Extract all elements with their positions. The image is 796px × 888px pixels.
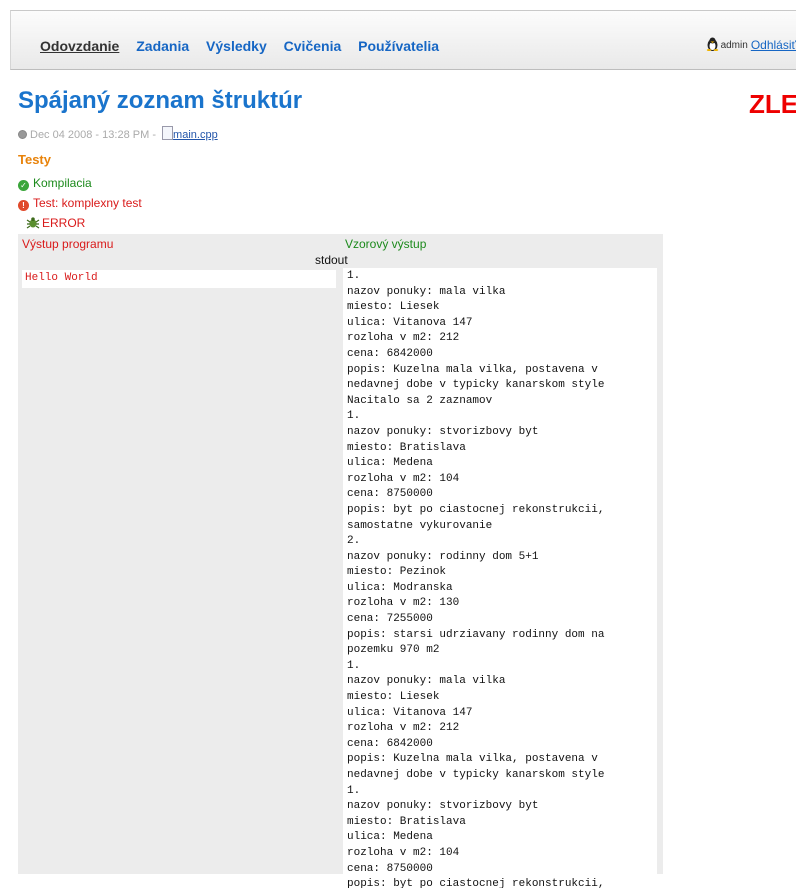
main-nav: Odovzdanie Zadania Výsledky Cvičenia Pou… (40, 38, 452, 54)
submission-date: Dec 04 2008 - 13:28 PM (30, 129, 150, 141)
test-compilation: ✓ Kompilacia (18, 176, 92, 191)
nav-item-cvicenia[interactable]: Cvičenia (284, 38, 342, 54)
program-output-text: Hello World (25, 272, 98, 284)
expected-output-line: 1. (347, 659, 361, 672)
stream-label: stdout (315, 253, 348, 267)
tux-icon (706, 37, 718, 51)
output-comparison-panel: Výstup programu Vzorový výstup stdout He… (18, 234, 663, 888)
top-navigation-bar: Odovzdanie Zadania Výsledky Cvičenia Pou… (10, 10, 796, 70)
expected-output-line: rozloha v m2: 212 (347, 722, 460, 735)
expected-output-line: nazov ponuky: mala vilka (347, 285, 506, 298)
test-label: Test: komplexny test (33, 196, 142, 210)
test-complex: ! Test: komplexny test (18, 196, 142, 211)
expected-output-line: nedavnej dobe v typicky kanarskom style (347, 769, 605, 781)
nav-item-pouzivatelia[interactable]: Používatelia (358, 38, 439, 54)
expected-output-line: popis: byt po ciastocnej rekonstrukcii, (347, 878, 605, 888)
expected-output-line: miesto: Pezinok (347, 566, 447, 579)
expected-output-line: miesto: Bratislava (347, 441, 466, 454)
expected-output-line: samostatne vykurovanie (347, 519, 493, 532)
expected-output-line: nazov ponuky: rodinny dom 5+1 (347, 550, 539, 563)
expected-output-heading: Vzorový výstup (345, 237, 427, 251)
expected-output-line: ulica: Modranska (347, 581, 453, 594)
clock-icon (18, 130, 27, 139)
expected-output-line: popis: starsi udrziavany rodinny dom na (347, 628, 605, 641)
submission-meta: Dec 04 2008 - 13:28 PM - main.cpp (18, 126, 218, 141)
expected-output-line: cena: 7255000 (347, 613, 433, 626)
error-icon: ! (18, 200, 29, 211)
bug-icon (26, 217, 40, 229)
expected-output-line: cena: 6842000 (347, 737, 433, 750)
test-label: Kompilacia (33, 176, 92, 190)
expected-output-line: popis: byt po ciastocnej rekonstrukcii, (347, 503, 605, 516)
check-icon: ✓ (18, 180, 29, 191)
file-link[interactable]: main.cpp (173, 129, 218, 141)
program-output-heading: Výstup programu (22, 237, 114, 251)
expected-output-line: 1. (347, 410, 361, 423)
test-result: ERROR (26, 216, 85, 230)
expected-output-line: cena: 8750000 (347, 488, 433, 501)
expected-output-line: pozemku 970 m2 (347, 644, 440, 657)
expected-output-box: 1. nazov ponuky: mala vilka miesto: Liesek… (343, 268, 657, 888)
nav-item-zadania[interactable]: Zadania (136, 38, 189, 54)
username: admin (720, 40, 748, 51)
nav-item-vysledky[interactable]: Výsledky (206, 38, 267, 54)
expected-output-line: nedavnej dobe v typicky kanarskom style (347, 379, 605, 392)
expected-output-line: popis: Kuzelna mala vilka, postavena v (347, 363, 598, 376)
tests-heading: Testy (18, 152, 51, 167)
expected-output-line: ulica: Medena (347, 831, 433, 844)
expected-output-line: nazov ponuky: stvorizbovy byt (347, 425, 539, 438)
expected-output-line: rozloha v m2: 130 (347, 597, 460, 610)
expected-output-line: rozloha v m2: 104 (347, 472, 460, 485)
expected-output-line: rozloha v m2: 104 (347, 846, 460, 859)
expected-output-line: 1. (347, 270, 361, 282)
expected-output-line: nazov ponuky: mala vilka (347, 675, 506, 688)
expected-output-line: cena: 6842000 (347, 347, 433, 360)
nav-item-odovzdanie[interactable]: Odovzdanie (40, 38, 119, 54)
user-area: admin Odhlásiť (706, 37, 796, 52)
verdict-label: ZLE (749, 89, 796, 119)
expected-output-line: ulica: Medena (347, 457, 433, 470)
expected-output-line: 2. (347, 535, 361, 548)
meta-separator: - (152, 129, 156, 141)
expected-output-line: miesto: Bratislava (347, 815, 466, 828)
logout-link[interactable]: Odhlásiť (751, 38, 796, 52)
expected-output-lines: 1. nazov ponuky: mala vilka miesto: Liesek… (343, 268, 657, 888)
expected-output-line: cena: 8750000 (347, 862, 433, 875)
program-output-box: Hello World (22, 270, 336, 288)
page-title: Spájaný zoznam štruktúr (18, 87, 303, 114)
expected-output-line: ulica: Vitanova 147 (347, 706, 473, 719)
expected-output-line: miesto: Liesek (347, 301, 440, 314)
expected-output-line: nazov ponuky: stvorizbovy byt (347, 800, 539, 813)
expected-output-line: Nacitalo sa 2 zaznamov (347, 394, 493, 407)
file-icon (162, 126, 174, 140)
expected-output-line: miesto: Liesek (347, 691, 440, 704)
result-label: ERROR (42, 216, 86, 230)
expected-output-line: ulica: Vitanova 147 (347, 316, 473, 329)
expected-output-line: rozloha v m2: 212 (347, 332, 460, 345)
expected-output-line: 1. (347, 784, 361, 797)
expected-output-line: popis: Kuzelna mala vilka, postavena v (347, 753, 598, 766)
